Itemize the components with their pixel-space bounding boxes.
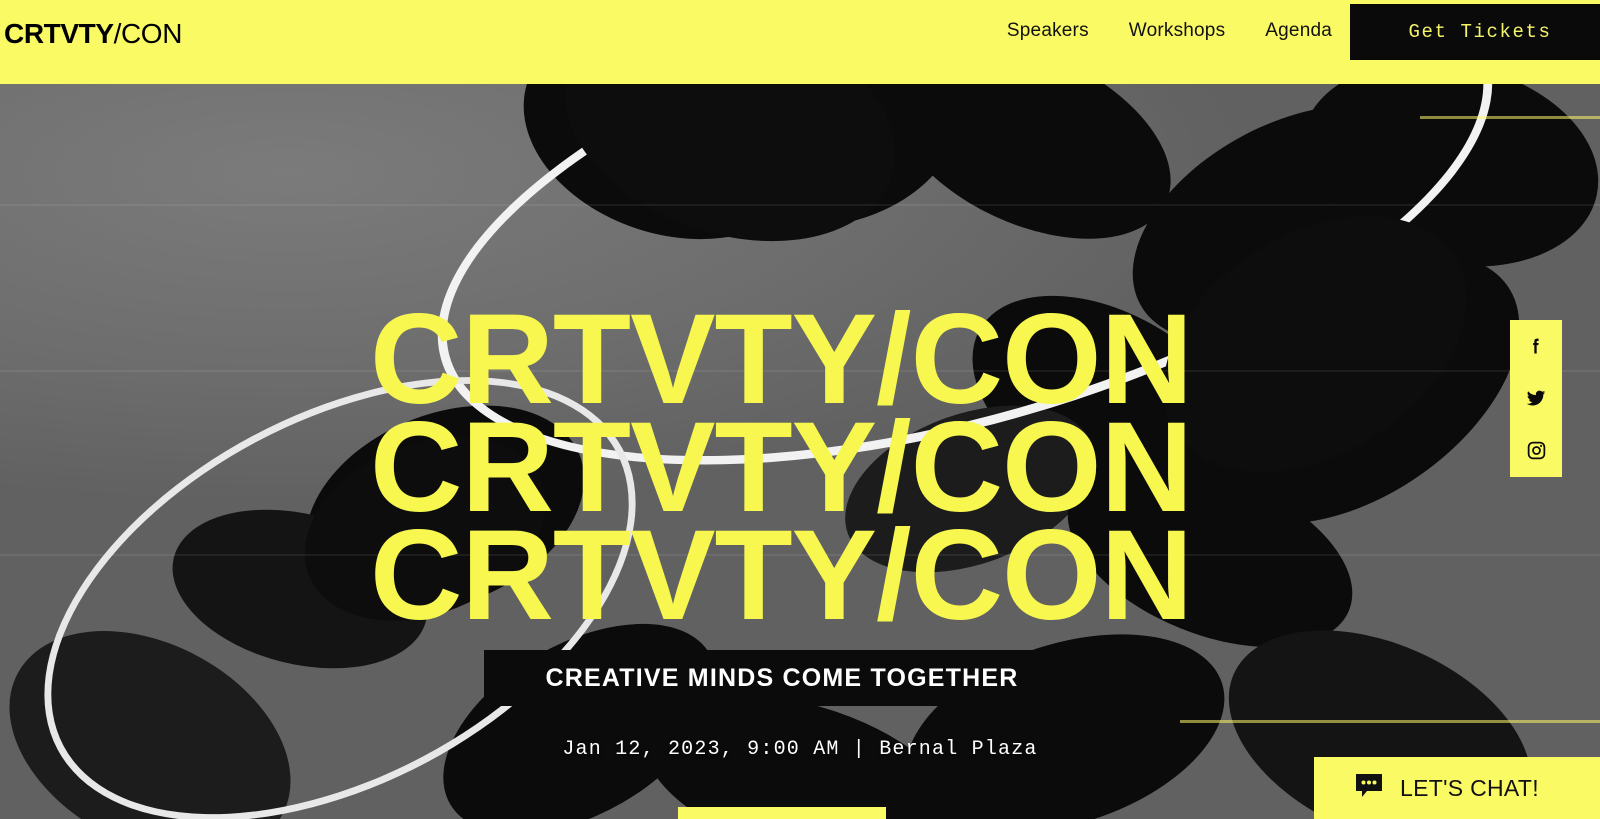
hero-event-meta-text: Jan 12, 2023, 9:00 AM | Bernal Plaza: [562, 738, 1038, 761]
chat-bubble-icon: [1354, 773, 1384, 804]
hero-get-tickets-button[interactable]: Get Tickets: [678, 807, 886, 819]
social-rail: [1510, 320, 1562, 477]
hero-tagline-text: CREATIVE MINDS COME TOGETHER: [545, 663, 1019, 692]
chat-widget-button[interactable]: LET'S CHAT!: [1314, 757, 1600, 819]
logo-text-primary: CRTVTY: [4, 18, 114, 49]
hero-section: CRTVTY/CON CRTVTY/CON CRTVTY/CON CREATIV…: [0, 84, 1600, 819]
scanline-artifact: [0, 554, 1600, 556]
glitch-artifact: [1420, 116, 1600, 119]
scanline-artifact: [0, 370, 1600, 372]
social-link-instagram[interactable]: [1523, 438, 1549, 464]
header-get-tickets-button[interactable]: Get Tickets: [1350, 4, 1600, 60]
site-header: CRTVTY/CON Speakers Workshops Agenda Get…: [0, 0, 1600, 84]
logo-text-secondary: /CON: [113, 18, 183, 49]
nav-item-workshops[interactable]: Workshops: [1129, 20, 1226, 42]
glitch-artifact: [1180, 720, 1600, 723]
nav-item-speakers[interactable]: Speakers: [1007, 20, 1089, 42]
social-link-twitter[interactable]: [1523, 385, 1549, 411]
main-navigation: Speakers Workshops Agenda: [1007, 20, 1332, 42]
site-logo[interactable]: CRTVTY/CON: [4, 18, 182, 50]
instagram-icon: [1526, 440, 1547, 461]
scanline-artifact: [0, 204, 1600, 206]
social-link-facebook[interactable]: [1523, 333, 1549, 359]
twitter-icon: [1525, 387, 1547, 409]
hero-tagline-bar: CREATIVE MINDS COME TOGETHER: [484, 650, 1080, 706]
nav-item-agenda[interactable]: Agenda: [1265, 20, 1332, 42]
header-get-tickets-label: Get Tickets: [1408, 21, 1552, 43]
chat-widget-label: LET'S CHAT!: [1400, 774, 1539, 801]
facebook-icon: [1526, 336, 1546, 356]
